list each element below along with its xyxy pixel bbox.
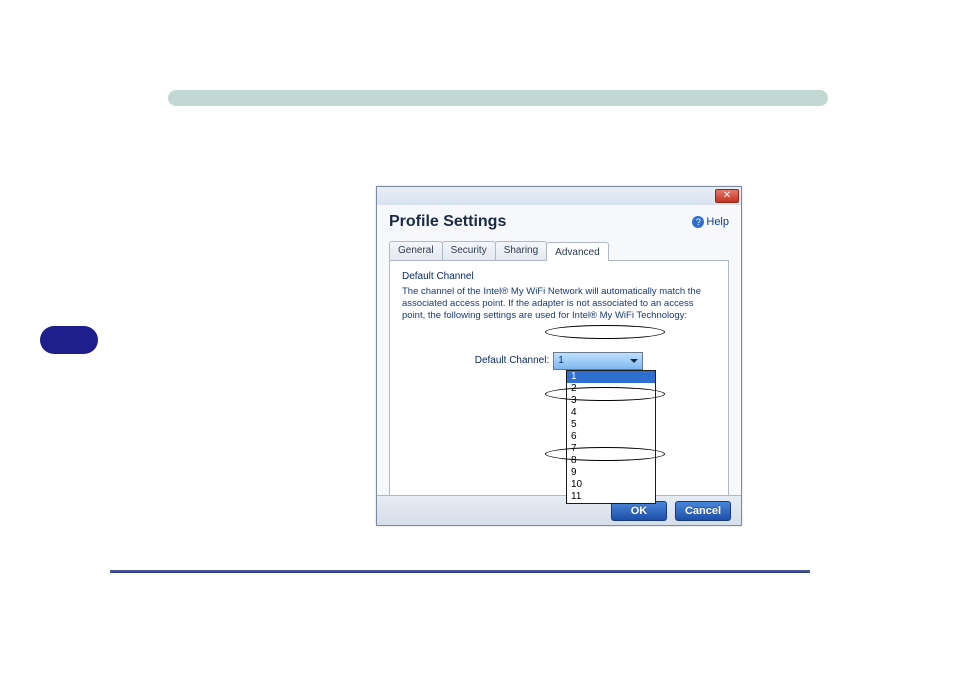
option-3[interactable]: 3 bbox=[567, 395, 655, 407]
option-9[interactable]: 9 bbox=[567, 467, 655, 479]
advanced-panel: Default Channel The channel of the Intel… bbox=[389, 261, 729, 496]
default-channel-select[interactable]: 1 bbox=[553, 352, 643, 370]
dialog-titlebar: ✕ bbox=[377, 187, 741, 205]
option-8[interactable]: 8 bbox=[567, 455, 655, 467]
dialog-header-row: Profile Settings ? Help bbox=[389, 213, 729, 231]
option-2[interactable]: 2 bbox=[567, 383, 655, 395]
tab-general[interactable]: General bbox=[389, 241, 443, 260]
default-channel-dropdown: 1 2 3 4 5 6 7 8 9 10 11 bbox=[566, 370, 656, 504]
option-11[interactable]: 11 bbox=[567, 491, 655, 503]
tab-security[interactable]: Security bbox=[442, 241, 496, 260]
option-4[interactable]: 4 bbox=[567, 407, 655, 419]
help-icon: ? bbox=[692, 216, 704, 228]
note-badge bbox=[40, 326, 98, 354]
profile-settings-dialog: ✕ Profile Settings ? Help General Securi… bbox=[376, 186, 742, 526]
help-link[interactable]: ? Help bbox=[692, 216, 729, 228]
tab-strip: General Security Sharing Advanced bbox=[389, 241, 729, 261]
panel-heading: Default Channel bbox=[402, 271, 716, 282]
option-5[interactable]: 5 bbox=[567, 419, 655, 431]
option-7[interactable]: 7 bbox=[567, 443, 655, 455]
option-6[interactable]: 6 bbox=[567, 431, 655, 443]
option-10[interactable]: 10 bbox=[567, 479, 655, 491]
dialog-footer: OK Cancel bbox=[377, 495, 741, 525]
page-footer-rule bbox=[110, 570, 810, 573]
cancel-button[interactable]: Cancel bbox=[675, 501, 731, 521]
chevron-down-icon bbox=[630, 359, 638, 363]
select-value: 1 bbox=[558, 355, 564, 366]
help-label: Help bbox=[706, 216, 729, 228]
dialog-title: Profile Settings bbox=[389, 213, 506, 231]
tab-advanced[interactable]: Advanced bbox=[546, 242, 608, 261]
option-1[interactable]: 1 bbox=[567, 371, 655, 383]
decorative-bar bbox=[168, 90, 828, 106]
default-channel-label: Default Channel: bbox=[475, 355, 550, 366]
default-channel-row: Default Channel: 1 1 2 3 4 5 6 7 8 9 10 … bbox=[402, 352, 716, 370]
panel-description: The channel of the Intel® My WiFi Networ… bbox=[402, 286, 716, 322]
dialog-body: Profile Settings ? Help General Security… bbox=[377, 205, 741, 496]
close-button[interactable]: ✕ bbox=[715, 189, 739, 203]
close-icon: ✕ bbox=[723, 191, 731, 201]
tab-sharing[interactable]: Sharing bbox=[495, 241, 547, 260]
